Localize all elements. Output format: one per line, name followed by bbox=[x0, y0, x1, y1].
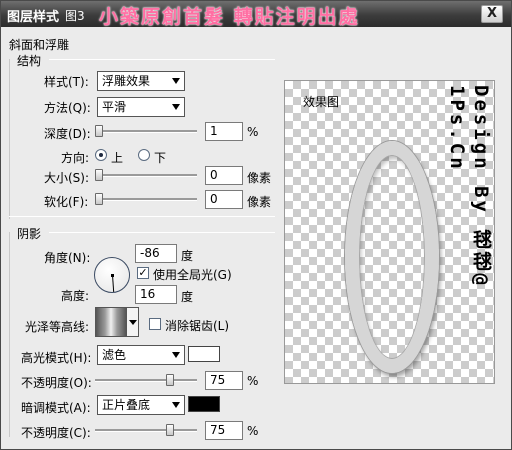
size-input[interactable]: 0 bbox=[205, 166, 243, 185]
close-icon: X bbox=[486, 6, 498, 21]
depth-input[interactable]: 1 bbox=[205, 122, 243, 141]
chevron-down-icon bbox=[172, 104, 180, 110]
altitude-input[interactable]: 16 bbox=[135, 285, 177, 304]
shading-separator bbox=[49, 232, 275, 233]
effect-preview: 效果图 Design By 毬毬@ 1Ps.Cn bbox=[284, 80, 495, 384]
gloss-contour-dropdown[interactable] bbox=[127, 307, 139, 337]
shadow-mode-value: 正片叠底 bbox=[102, 398, 151, 412]
highlight-mode-value: 滤色 bbox=[102, 348, 127, 362]
chevron-down-icon bbox=[129, 320, 137, 325]
shadow-opacity-slider[interactable] bbox=[95, 429, 197, 432]
highlight-mode-select[interactable]: 滤色 bbox=[97, 345, 185, 365]
gloss-contour-preview[interactable] bbox=[95, 307, 127, 337]
soften-input[interactable]: 0 bbox=[205, 190, 243, 209]
size-unit: 像素 bbox=[247, 171, 272, 185]
direction-label: 方向: bbox=[61, 151, 90, 165]
altitude-unit: 度 bbox=[181, 290, 194, 304]
style-select[interactable]: 浮雕效果 bbox=[97, 71, 185, 91]
preview-label: 效果图 bbox=[303, 95, 340, 109]
shading-left-edge bbox=[9, 232, 10, 437]
depth-label: 深度(D): bbox=[44, 127, 91, 141]
gloss-contour-label: 光泽等高线: bbox=[25, 320, 90, 334]
watermark-text: Design By 毬毬@ 1Ps.Cn bbox=[446, 85, 492, 288]
shadow-opacity-slider-thumb[interactable] bbox=[166, 424, 174, 436]
chevron-down-icon bbox=[172, 78, 180, 84]
direction-down-label: 下 bbox=[154, 151, 167, 165]
shadow-opacity-input[interactable]: 75 bbox=[205, 421, 243, 440]
structure-left-edge bbox=[9, 59, 10, 219]
global-light-checkbox[interactable]: ✓ bbox=[137, 267, 149, 279]
shading-group-title: 阴影 bbox=[17, 227, 42, 241]
structure-separator bbox=[49, 59, 275, 60]
banner-text: 小築原創首髮 轉貼注明出處 bbox=[99, 6, 360, 28]
highlight-mode-label: 高光模式(H): bbox=[21, 351, 92, 365]
highlight-opacity-slider-thumb[interactable] bbox=[166, 374, 174, 386]
style-select-value: 浮雕效果 bbox=[102, 74, 151, 88]
checkmark-icon: ✓ bbox=[138, 266, 148, 279]
size-label: 大小(S): bbox=[44, 171, 90, 185]
angle-unit: 度 bbox=[181, 249, 194, 263]
direction-down-radio[interactable] bbox=[138, 149, 150, 161]
highlight-color-swatch[interactable] bbox=[188, 346, 220, 362]
direction-up-label: 上 bbox=[111, 151, 124, 165]
size-slider-thumb[interactable] bbox=[95, 169, 103, 181]
embossed-ring-image bbox=[345, 141, 439, 373]
technique-select-value: 平滑 bbox=[102, 100, 127, 114]
soften-slider[interactable] bbox=[95, 198, 197, 201]
chevron-down-icon bbox=[172, 352, 180, 358]
chevron-down-icon bbox=[172, 402, 180, 408]
direction-up-radio[interactable] bbox=[95, 149, 107, 161]
structure-group-title: 结构 bbox=[17, 54, 42, 68]
size-slider[interactable] bbox=[95, 174, 197, 177]
bevel-section-title: 斜面和浮雕 bbox=[9, 38, 70, 52]
technique-label: 方法(Q): bbox=[44, 101, 91, 115]
layer-style-dialog: 图层样式 图3 小築原創首髮 轉貼注明出處 X 斜面和浮雕 结构 样式(T): … bbox=[0, 0, 512, 450]
figure-label: 图3 bbox=[65, 9, 85, 23]
style-label: 样式(T): bbox=[44, 75, 89, 89]
altitude-label: 高度: bbox=[61, 289, 90, 303]
anti-alias-label: 消除锯齿(L) bbox=[165, 319, 230, 333]
depth-slider-thumb[interactable] bbox=[95, 125, 103, 137]
depth-slider[interactable] bbox=[95, 130, 197, 133]
bevel-bottom-separator bbox=[9, 216, 275, 217]
shadow-opacity-label: 不透明度(C): bbox=[21, 426, 91, 440]
soften-unit: 像素 bbox=[247, 195, 272, 209]
close-button[interactable]: X bbox=[481, 5, 503, 23]
shadow-mode-label: 暗调模式(A): bbox=[21, 401, 91, 415]
angle-input[interactable]: -86 bbox=[135, 244, 177, 263]
shadow-color-swatch[interactable] bbox=[188, 396, 220, 412]
anti-alias-checkbox[interactable] bbox=[149, 318, 161, 330]
shadow-mode-select[interactable]: 正片叠底 bbox=[97, 395, 185, 415]
highlight-opacity-slider[interactable] bbox=[95, 379, 197, 382]
technique-select[interactable]: 平滑 bbox=[97, 97, 185, 117]
soften-slider-thumb[interactable] bbox=[95, 193, 103, 205]
highlight-opacity-unit: % bbox=[247, 374, 259, 388]
highlight-opacity-label: 不透明度(O): bbox=[21, 376, 92, 390]
angle-dial[interactable] bbox=[94, 257, 130, 293]
angle-dial-hand bbox=[112, 274, 115, 292]
title-bar[interactable]: 图层样式 图3 小築原創首髮 轉貼注明出處 X bbox=[1, 1, 511, 28]
shadow-opacity-unit: % bbox=[247, 424, 259, 438]
angle-label: 角度(N): bbox=[44, 251, 91, 265]
global-light-label: 使用全局光(G) bbox=[153, 268, 232, 282]
highlight-opacity-input[interactable]: 75 bbox=[205, 371, 243, 390]
dialog-title: 图层样式 bbox=[7, 10, 60, 25]
soften-label: 软化(F): bbox=[44, 195, 89, 209]
depth-unit: % bbox=[247, 125, 259, 139]
